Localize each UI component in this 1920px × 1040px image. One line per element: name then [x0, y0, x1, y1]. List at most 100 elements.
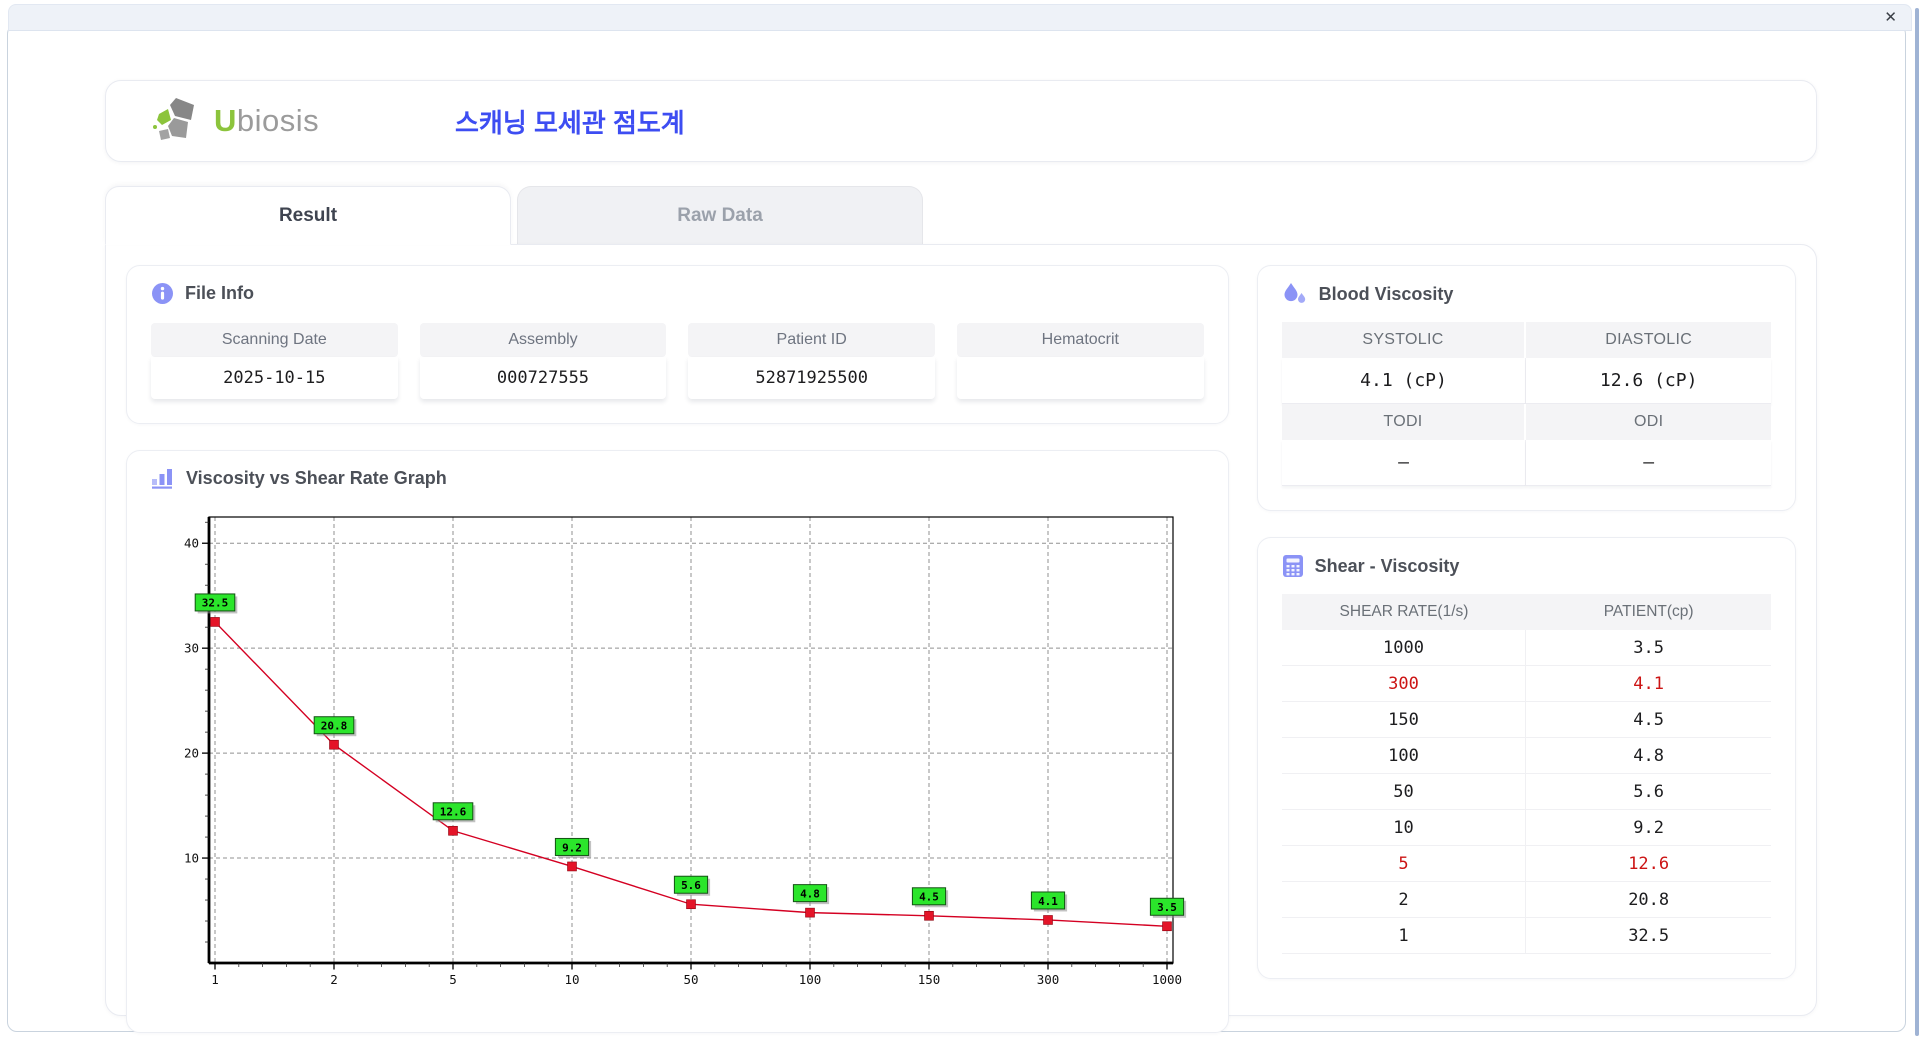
file-info-field: Hematocrit [956, 323, 1204, 399]
ubiosis-logo: Ubiosis [150, 96, 375, 146]
svg-text:10: 10 [184, 851, 199, 866]
blood-viscosity-card: Blood Viscosity SYSTOLIC DIASTOLIC 4.1 (cP… [1256, 265, 1796, 511]
shear-viscosity-table: SHEAR RATE(1/s) PATIENT(cp) 1000 3.5 300 4.1 1… [1281, 594, 1771, 954]
svg-text:100: 100 [799, 972, 822, 987]
shear-rate-cell: 5 [1281, 846, 1527, 882]
svg-text:4.5: 4.5 [919, 891, 939, 904]
blood-viscosity-header-row: TODI ODI [1281, 404, 1771, 440]
patient-viscosity-cell: 3.5 [1526, 630, 1771, 666]
bar-chart-icon [152, 469, 172, 489]
left-column: File Info Scanning Date 2025-10-15 Assembl… [126, 265, 1229, 1033]
metric-value: – [1281, 440, 1527, 486]
file-info-title: File Info [151, 282, 1204, 305]
shear-table-row: 100 4.8 [1281, 738, 1771, 774]
svg-text:5: 5 [449, 972, 457, 987]
tab-raw-data[interactable]: Raw Data [517, 186, 923, 244]
svg-text:3.5: 3.5 [1157, 901, 1177, 914]
viscosity-chart-svg: 10 20 30 40 1 2 5 10 50 100 150 300 1000 32.5 20.8 12.6… [184, 516, 1187, 987]
shear-table-header-cell: PATIENT(cp) [1526, 594, 1771, 630]
header-card: Ubiosis 스캐닝 모세관 점도계 [105, 80, 1817, 162]
patient-viscosity-cell: 9.2 [1526, 810, 1771, 846]
file-info-card: File Info Scanning Date 2025-10-15 Assembl… [126, 265, 1229, 424]
patient-viscosity-cell: 5.6 [1526, 774, 1771, 810]
shear-rate-cell: 2 [1281, 882, 1527, 918]
calculator-icon [1282, 555, 1303, 577]
file-info-field-label: Assembly [419, 323, 667, 357]
svg-text:12.6: 12.6 [440, 806, 467, 819]
scrollbar[interactable] [1915, 8, 1919, 1036]
patient-viscosity-cell: 4.8 [1526, 738, 1771, 774]
info-icon [152, 283, 173, 304]
file-info-field-value [956, 357, 1204, 399]
blood-viscosity-header-row: SYSTOLIC DIASTOLIC [1281, 322, 1771, 358]
metric-label: ODI [1526, 404, 1771, 440]
shear-table-header: SHEAR RATE(1/s) PATIENT(cp) [1281, 594, 1771, 630]
file-info-fields: Scanning Date 2025-10-15 Assembly 000727555… [151, 323, 1204, 399]
metric-value: 12.6 (cP) [1526, 358, 1771, 404]
file-info-field-value: 2025-10-15 [151, 357, 398, 399]
patient-viscosity-cell: 12.6 [1526, 846, 1771, 882]
app-title: 스캐닝 모세관 점도계 [455, 107, 685, 138]
shear-table-row: 300 4.1 [1281, 666, 1771, 702]
file-info-field-label: Patient ID [688, 323, 935, 357]
svg-text:40: 40 [184, 536, 199, 551]
blood-viscosity-table: SYSTOLIC DIASTOLIC 4.1 (cP) 12.6 (cP) TODI OD… [1281, 322, 1771, 486]
svg-text:9.2: 9.2 [562, 841, 582, 854]
svg-text:32.5: 32.5 [202, 597, 229, 610]
file-info-field: Assembly 000727555 [419, 323, 667, 399]
metric-value: – [1526, 440, 1771, 486]
shear-viscosity-title-text: Shear - Viscosity [1314, 555, 1460, 576]
svg-text:300: 300 [1037, 972, 1060, 987]
shear-rate-cell: 1 [1281, 918, 1527, 954]
graph-card: Viscosity vs Shear Rate Graph 10 20 30 40 1 2… [126, 450, 1229, 1033]
metric-label: TODI [1281, 404, 1527, 440]
droplets-icon [1284, 283, 1305, 303]
svg-text:30: 30 [184, 641, 199, 656]
shear-rate-cell: 100 [1281, 738, 1527, 774]
svg-text:150: 150 [918, 972, 941, 987]
shear-rate-cell: 10 [1281, 810, 1527, 846]
close-icon[interactable]: ✕ [1884, 8, 1897, 28]
file-info-field: Scanning Date 2025-10-15 [151, 323, 398, 399]
shear-table-row: 2 20.8 [1281, 882, 1771, 918]
svg-text:5.6: 5.6 [681, 879, 701, 892]
shear-table-row: 1 32.5 [1281, 918, 1771, 954]
file-info-title-text: File Info [185, 283, 254, 303]
shear-table-row: 50 5.6 [1281, 774, 1771, 810]
tab-result[interactable]: Result [105, 186, 511, 245]
shear-viscosity-title: Shear - Viscosity [1282, 554, 1771, 578]
metric-label: SYSTOLIC [1281, 322, 1527, 358]
patient-viscosity-cell: 4.5 [1526, 702, 1771, 738]
svg-text:4.1: 4.1 [1038, 895, 1058, 908]
shear-table-row: 5 12.6 [1281, 846, 1771, 882]
file-info-field-value: 52871925500 [688, 357, 935, 399]
shear-rate-cell: 300 [1281, 666, 1527, 702]
shear-rate-cell: 1000 [1281, 630, 1527, 666]
svg-text:50: 50 [683, 972, 698, 987]
svg-text:4.8: 4.8 [800, 887, 820, 900]
viscosity-chart: 10 20 30 40 1 2 5 10 50 100 150 300 1000 32.5 20.8 12.6… [151, 503, 1204, 1008]
patient-viscosity-cell: 32.5 [1526, 918, 1771, 954]
svg-text:1000: 1000 [1152, 972, 1182, 987]
shear-table-header-cell: SHEAR RATE(1/s) [1281, 594, 1527, 630]
shear-table-row: 150 4.5 [1281, 702, 1771, 738]
svg-text:10: 10 [564, 972, 579, 987]
file-info-field-value: 000727555 [419, 357, 667, 399]
graph-title: Viscosity vs Shear Rate Graph [151, 467, 1204, 489]
file-info-field: Patient ID 52871925500 [688, 323, 935, 399]
tab-bar: Result Raw Data [105, 186, 1920, 245]
metric-value: 4.1 (cP) [1281, 358, 1527, 404]
shear-table-row: 10 9.2 [1281, 810, 1771, 846]
ubiosis-logo-text: Ubiosis [214, 103, 320, 138]
file-info-field-label: Hematocrit [956, 323, 1204, 357]
graph-title-text: Viscosity vs Shear Rate Graph [186, 467, 447, 488]
blood-viscosity-title: Blood Viscosity [1282, 282, 1771, 306]
file-info-field-label: Scanning Date [151, 323, 398, 357]
main-panel: File Info Scanning Date 2025-10-15 Assembl… [105, 244, 1817, 1033]
svg-text:20.8: 20.8 [321, 720, 348, 733]
patient-viscosity-cell: 20.8 [1526, 882, 1771, 918]
metric-label: DIASTOLIC [1526, 322, 1771, 358]
blood-viscosity-title-text: Blood Viscosity [1318, 283, 1454, 304]
svg-text:1: 1 [211, 972, 219, 987]
shear-rate-cell: 50 [1281, 774, 1527, 810]
